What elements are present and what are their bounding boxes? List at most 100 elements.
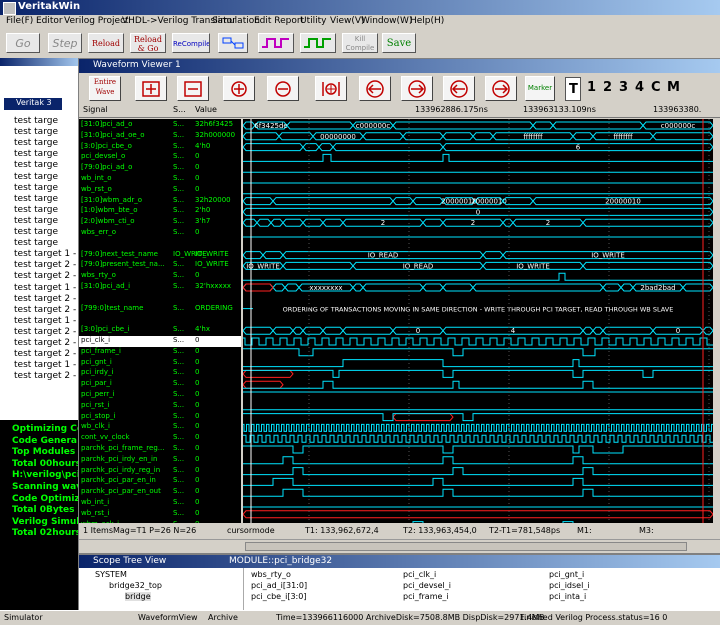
go-button[interactable]: Go: [6, 33, 40, 53]
signal-row[interactable]: pci_gnt_i S... 0: [79, 358, 241, 369]
signal-row[interactable]: wbm_ack_i S... 0: [79, 520, 241, 523]
signal-row[interactable]: wb_int_i S... 0: [79, 498, 241, 509]
next-marker-button[interactable]: [485, 76, 517, 101]
value-column-header[interactable]: Value: [195, 105, 217, 114]
marker-button[interactable]: Marker: [525, 76, 555, 101]
signal-row[interactable]: parchk_pci_par_en_out S... 0: [79, 487, 241, 498]
status-waveform[interactable]: WaveformView: [138, 613, 198, 622]
scope-signal-item[interactable]: pci_ad_i[31:0]: [251, 581, 307, 590]
step-button[interactable]: Step: [48, 33, 82, 53]
tree-node-system[interactable]: SYSTEM: [95, 570, 127, 579]
scroll-thumb[interactable]: [245, 542, 687, 551]
signal-row[interactable]: wb_clk_i S... 0: [79, 422, 241, 433]
menu-edit-report[interactable]: Edit Report: [254, 16, 304, 26]
menu-view[interactable]: View(V): [330, 16, 365, 26]
signal-row[interactable]: [799:0]test_name S... ORDERING: [79, 304, 241, 315]
reload-button[interactable]: Reload: [88, 33, 124, 53]
menu-file[interactable]: File(F): [6, 16, 33, 26]
signal-row[interactable]: pci_devsel_o S... 0: [79, 152, 241, 163]
tree-node-bridge[interactable]: bridge: [125, 592, 151, 601]
signal-row[interactable]: [31:0]pci_ad_i S... 32'hxxxxx: [79, 282, 241, 293]
scope-signal-item[interactable]: pci_devsel_i: [403, 581, 451, 590]
signal-row[interactable]: [31:0]wbm_adr_o S... 32h20000: [79, 196, 241, 207]
signal-column-header[interactable]: Signal: [83, 105, 108, 114]
prev-marker-button[interactable]: [443, 76, 475, 101]
signal-row[interactable]: pci_par_i S... 0: [79, 379, 241, 390]
signal-row[interactable]: [2:0]wbm_cti_o S... 3'h7: [79, 217, 241, 228]
horizontal-scrollbar[interactable]: [79, 539, 720, 552]
signal-row[interactable]: [3:0]pci_cbe_o S... 4'h0: [79, 142, 241, 153]
tree-node-bridge32-top[interactable]: bridge32_top: [109, 581, 162, 590]
signal-row[interactable]: [79:0]next_test_name IO_WRITE IO_WRITE: [79, 250, 241, 261]
scope-signal-item[interactable]: pci_cbe_i[3:0]: [251, 592, 306, 601]
scope-button[interactable]: [218, 33, 248, 53]
next-edge-button[interactable]: [401, 76, 433, 101]
signal-row[interactable]: wbs_rty_o S... 0: [79, 271, 241, 282]
signal-row[interactable]: pci_irdy_i S... 0: [79, 368, 241, 379]
wave-new-button[interactable]: [300, 33, 336, 53]
signal-row[interactable]: [79:0]pci_ad_o S... 0: [79, 163, 241, 174]
signal-row[interactable]: pci_rst_i S... 0: [79, 401, 241, 412]
menu-window[interactable]: Window(W): [361, 16, 412, 26]
signal-row[interactable]: parchk_pci_par_en_in S... 0: [79, 476, 241, 487]
signal-row[interactable]: [79, 293, 241, 304]
waveform-display[interactable]: 6f3425de c000000c c000000c 00000000 ffffffff…: [243, 119, 713, 523]
scope-signal-item[interactable]: pci_frame_i: [403, 592, 449, 601]
wave-button[interactable]: [258, 33, 294, 53]
signal-row[interactable]: wbs_err_o S... 0: [79, 228, 241, 239]
signal-row[interactable]: pci_perr_i S... 0: [79, 390, 241, 401]
signal-row[interactable]: wb_rst_o S... 0: [79, 185, 241, 196]
signal-row[interactable]: pci_frame_i S... 0: [79, 347, 241, 358]
signal-row[interactable]: wb_rst_i S... 0: [79, 509, 241, 520]
kill-compile-button[interactable]: Kill Compile: [342, 33, 378, 53]
tab-veritak[interactable]: Veritak 3: [4, 98, 62, 110]
fit-button[interactable]: [315, 76, 347, 101]
prev-edge-button[interactable]: [359, 76, 391, 101]
tab-1[interactable]: 1: [587, 80, 596, 95]
signal-row[interactable]: wb_int_o S... 0: [79, 174, 241, 185]
zoom-out-button[interactable]: [177, 76, 209, 101]
signal-row[interactable]: [31:0]pci_ad_o S... 32h6f3425: [79, 120, 241, 131]
signal-row[interactable]: parchk_pci_irdy_reg_in S... 0: [79, 466, 241, 477]
vertical-scrollbar[interactable]: [715, 119, 720, 523]
tab-m[interactable]: M: [667, 80, 680, 95]
signal-row[interactable]: [1:0]wbm_bte_o S... 2'h0: [79, 206, 241, 217]
time-zoom-out-button[interactable]: [267, 76, 299, 101]
signal-row[interactable]: parchk_pci_frame_reg... S... 0: [79, 444, 241, 455]
menu-simulation[interactable]: Simulation: [212, 16, 260, 26]
tab-t[interactable]: T: [565, 77, 581, 101]
scope-signal-item[interactable]: pci_gnt_i: [549, 570, 584, 579]
zoom-in-button[interactable]: [135, 76, 167, 101]
s-column-header[interactable]: S...: [173, 105, 186, 114]
tab-c[interactable]: C: [651, 80, 661, 95]
signal-row[interactable]: cont_vv_clock S... 0: [79, 433, 241, 444]
scope-signal-item[interactable]: pci_inta_i: [549, 592, 586, 601]
save-button[interactable]: Save: [382, 33, 416, 53]
reload-go-button[interactable]: Reload & Go: [130, 33, 166, 53]
menu-verilog-project[interactable]: Verilog Project: [64, 16, 129, 26]
signal-row[interactable]: [31:0]pci_ad_oe_o S... 32h000000: [79, 131, 241, 142]
signal-row[interactable]: [79:0]present_test_na... S... IO_WRITE: [79, 260, 241, 271]
time-zoom-in-button[interactable]: [223, 76, 255, 101]
signal-row[interactable]: [79, 314, 241, 325]
scope-signal-item[interactable]: pci_clk_i: [403, 570, 436, 579]
signal-row[interactable]: pci_stop_i S... 0: [79, 412, 241, 423]
recompile-button[interactable]: ReCompile: [172, 33, 210, 53]
scope-signal-item[interactable]: pci_idsel_i: [549, 581, 590, 590]
signal-row[interactable]: [3:0]pci_cbe_i S... 4'hx: [79, 325, 241, 336]
status-simulator[interactable]: Simulator: [4, 613, 43, 622]
tab-4[interactable]: 4: [635, 80, 644, 95]
entire-wave-button[interactable]: Entire Wave: [89, 76, 121, 101]
signal-row[interactable]: pci_clk_i S... 0: [79, 336, 241, 347]
tab-2[interactable]: 2: [603, 80, 612, 95]
status-archive[interactable]: Archive: [208, 613, 238, 622]
signal-row[interactable]: parchk_pci_irdy_en_in S... 0: [79, 455, 241, 466]
scope-signal-item[interactable]: wbs_rty_o: [251, 570, 291, 579]
signal-row[interactable]: [79, 239, 241, 250]
menu-editor[interactable]: Editor: [36, 16, 63, 26]
menu-help[interactable]: Help(H): [410, 16, 444, 26]
tab-3[interactable]: 3: [619, 80, 628, 95]
signal-list[interactable]: [31:0]pci_ad_o S... 32h6f3425 [31:0]pci_ad_…: [79, 119, 241, 523]
menu-utility[interactable]: Utility: [300, 16, 326, 26]
waveform-canvas[interactable]: 6f3425de c000000c c000000c00000000 ffffffff…: [243, 119, 713, 523]
